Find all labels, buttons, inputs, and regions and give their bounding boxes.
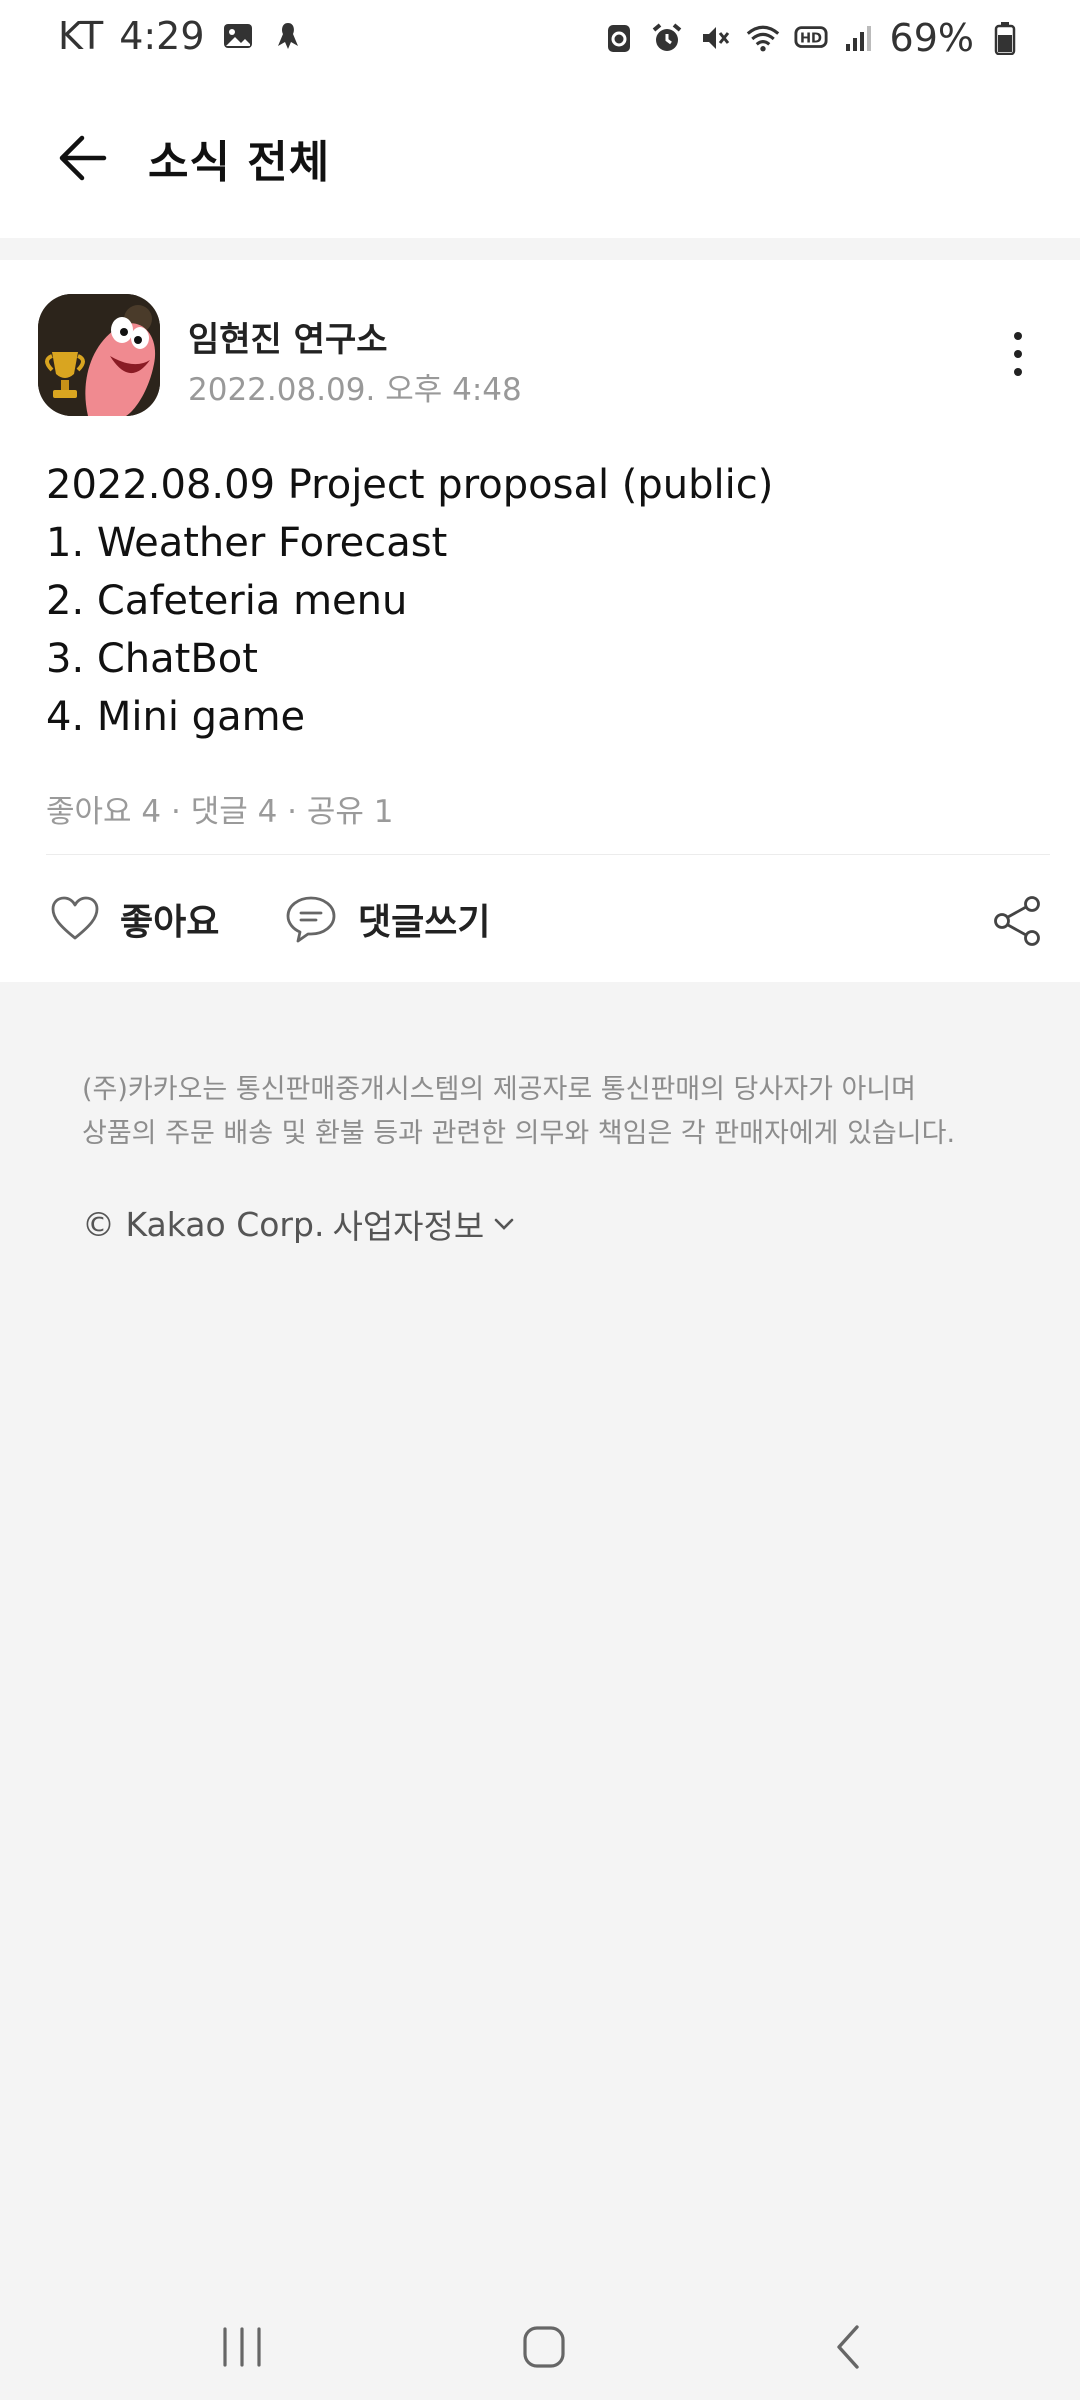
comment-icon: [286, 896, 336, 943]
clock: 4:29: [119, 14, 205, 58]
heart-icon: [51, 896, 99, 940]
hd-icon: HD: [794, 21, 828, 55]
home-icon[interactable]: [504, 2312, 584, 2382]
post-line: 1. Weather Forecast: [46, 520, 448, 566]
status-bar: KT 4:29 HD 69%: [0, 0, 1080, 76]
mute-icon: [698, 21, 732, 55]
post-title: 2022.08.09 Project proposal (public): [46, 462, 774, 508]
more-vertical-icon[interactable]: [996, 324, 1040, 384]
app-bar: 소식 전체: [0, 76, 1080, 238]
footer: (주)카카오는 통신판매중개시스템의 제공자로 통신판매의 당사자가 아니며 상…: [82, 1068, 1022, 1248]
alarm-icon: [650, 21, 684, 55]
back-button[interactable]: [50, 126, 114, 190]
like-button[interactable]: 좋아요: [50, 856, 219, 982]
corp-name: © Kakao Corp.: [82, 1204, 325, 1244]
battery-icon: [988, 21, 1022, 55]
business-info-link[interactable]: 사업자정보: [332, 1200, 484, 1248]
recents-icon[interactable]: [202, 2312, 282, 2382]
action-bar: 좋아요 댓글쓰기: [0, 856, 1080, 982]
post-date: 2022.08.09. 오후 4:48: [188, 372, 522, 408]
footer-corp: © Kakao Corp. 사업자정보: [82, 1200, 1022, 1248]
system-nav-bar: [0, 2290, 1080, 2400]
divider: [46, 854, 1050, 855]
chevron-down-icon[interactable]: [492, 1214, 516, 1234]
footer-notice-line: 상품의 주문 배송 및 환불 등과 관련한 의무와 책임은 각 판매자에게 있습…: [82, 1118, 956, 1149]
post-line: 2. Cafeteria menu: [46, 578, 408, 624]
nfc-icon: [602, 21, 636, 55]
comment-button[interactable]: 댓글쓰기: [284, 856, 490, 982]
like-label: 좋아요: [120, 902, 220, 943]
post-card: 임현진 연구소 2022.08.09. 오후 4:48 2022.08.09 P…: [0, 260, 1080, 982]
author-name[interactable]: 임현진 연구소: [188, 312, 388, 361]
battery-percent: 69%: [889, 16, 974, 60]
post-body: 2022.08.09 Project proposal (public) 1. …: [46, 456, 1036, 746]
status-left: KT 4:29: [58, 14, 305, 58]
share-icon[interactable]: [990, 894, 1044, 948]
comment-label: 댓글쓰기: [358, 902, 491, 943]
image-icon: [221, 19, 255, 53]
post-stats[interactable]: 좋아요 4 · 댓글 4 · 공유 1: [46, 786, 394, 831]
status-right: HD 69%: [602, 16, 1022, 60]
back-icon[interactable]: [808, 2312, 888, 2382]
signal-icon: [842, 21, 876, 55]
svg-text:HD: HD: [800, 32, 822, 47]
post-line: 3. ChatBot: [46, 636, 258, 682]
back-arrow-icon: [59, 135, 107, 181]
wifi-icon: [746, 21, 780, 55]
page-title: 소식 전체: [148, 137, 331, 188]
avatar[interactable]: [38, 294, 160, 416]
post-line: 4. Mini game: [46, 694, 306, 740]
app-icon: [271, 19, 305, 53]
footer-notice-line: (주)카카오는 통신판매중개시스템의 제공자로 통신판매의 당사자가 아니며: [82, 1074, 917, 1105]
carrier: KT: [58, 14, 104, 58]
